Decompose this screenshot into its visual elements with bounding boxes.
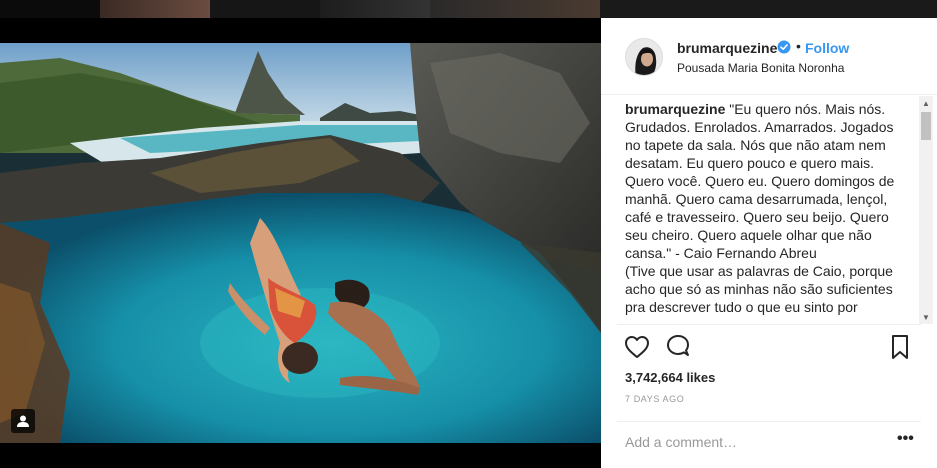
post-details-panel: brumarquezine • Follow Pousada Maria Bon… xyxy=(601,18,937,468)
caption-scrollbar[interactable]: ▲ ▼ xyxy=(919,96,933,324)
scrollbar-thumb[interactable] xyxy=(921,112,931,140)
separator-dot: • xyxy=(796,38,801,54)
post-timestamp[interactable]: 7 DAYS AGO xyxy=(625,394,684,404)
caption-line: acho que só as minhas não são suficiente… xyxy=(625,281,893,297)
background-feed-strip xyxy=(0,0,937,18)
scroll-down-arrow-icon[interactable]: ▼ xyxy=(919,310,933,324)
verified-badge-icon xyxy=(777,40,791,54)
divider xyxy=(617,324,921,325)
scroll-up-arrow-icon[interactable]: ▲ xyxy=(919,96,933,110)
instagram-post-modal: brumarquezine • Follow Pousada Maria Bon… xyxy=(0,0,937,468)
comment-icon[interactable] xyxy=(664,333,692,361)
caption-line: manhã. Quero cama desarrumada, lençol, xyxy=(625,191,888,207)
caption-line: cansa." - Caio Fernando Abreu xyxy=(625,245,817,261)
post-photo[interactable] xyxy=(0,43,601,443)
caption-scroll-area[interactable]: brumarquezine "Eu quero nós. Mais nós. G… xyxy=(625,96,915,324)
username-link[interactable]: brumarquezine xyxy=(677,40,777,56)
divider xyxy=(617,421,921,422)
caption: brumarquezine "Eu quero nós. Mais nós. G… xyxy=(625,96,915,316)
action-bar xyxy=(601,333,937,363)
caption-username-link[interactable]: brumarquezine xyxy=(625,101,725,117)
bookmark-icon[interactable] xyxy=(887,333,913,361)
follow-button[interactable]: Follow xyxy=(805,40,849,56)
caption-line: Quero você. Quero eu. Quero domingos de xyxy=(625,173,895,189)
caption-line: café e travesseiro. Quero seu beijo. Que… xyxy=(625,209,889,225)
caption-line: desatam. Eu quero pouco e quero mais. xyxy=(625,155,875,171)
caption-line: (Tive que usar as palavras de Caio, porq… xyxy=(625,263,893,279)
heart-icon[interactable] xyxy=(623,333,651,361)
location-link[interactable]: Pousada Maria Bonita Noronha xyxy=(677,61,844,75)
avatar[interactable] xyxy=(625,38,663,76)
add-comment-input[interactable] xyxy=(625,431,875,453)
caption-line: pra descrever tudo o que eu sinto por xyxy=(625,299,858,315)
post-header: brumarquezine • Follow Pousada Maria Bon… xyxy=(601,18,937,95)
caption-line: seu cheiro. Quero aquele olhar que não xyxy=(625,227,872,243)
more-options-button[interactable]: ••• xyxy=(897,430,915,450)
user-tag-icon[interactable] xyxy=(11,409,35,433)
likes-count[interactable]: 3,742,664 likes xyxy=(625,370,715,385)
caption-line: no tapete da sala. Nós que não atam nem xyxy=(625,137,886,153)
caption-line: Grudados. Enrolados. Amarrados. Jogados xyxy=(625,119,894,135)
caption-line: brumarquezine "Eu quero nós. Mais nós. xyxy=(625,101,886,117)
